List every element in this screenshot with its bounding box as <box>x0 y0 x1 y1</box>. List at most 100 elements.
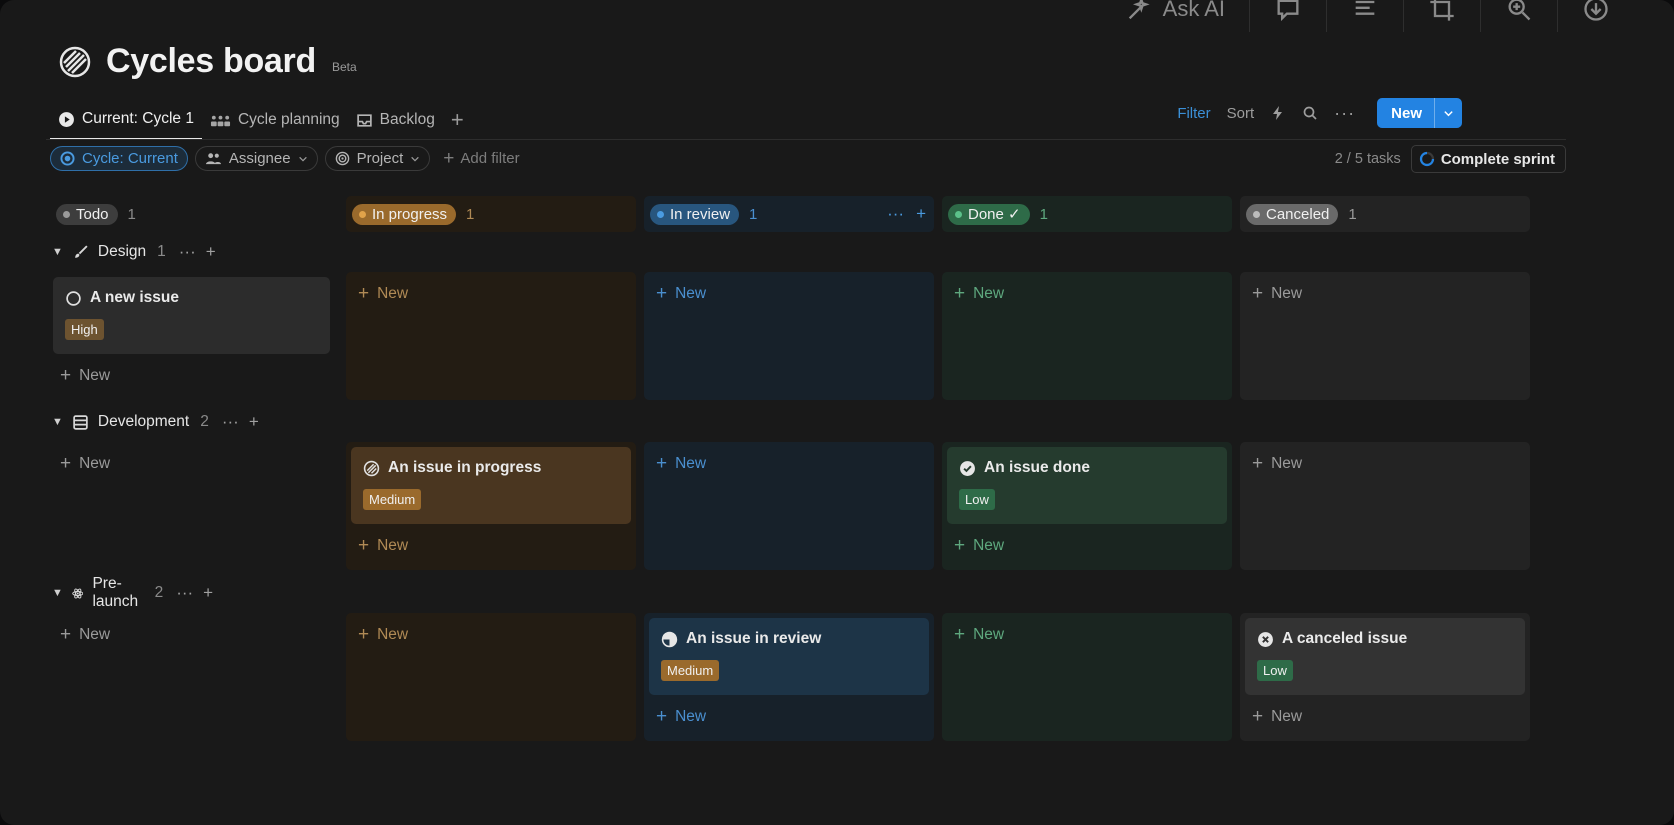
column-label: Done ✓ <box>968 206 1021 223</box>
new-card-button[interactable]: + New <box>656 454 706 473</box>
search-button[interactable] <box>1294 105 1326 121</box>
issue-card[interactable]: A new issue High <box>53 277 330 354</box>
plus-icon: + <box>1252 283 1264 304</box>
new-label: New <box>675 707 707 725</box>
project-filter-chip[interactable]: Project <box>324 146 431 171</box>
new-label: New <box>675 284 707 302</box>
add-view-button[interactable]: + <box>443 107 472 133</box>
status-pill-in-review: In review <box>650 203 740 225</box>
new-card-button[interactable]: + New <box>954 536 1004 555</box>
align-icon <box>1355 0 1375 15</box>
group-header-development[interactable]: ▼ Development 2 ··· + <box>52 409 259 435</box>
plus-icon: + <box>60 624 72 645</box>
group-add-button[interactable]: + <box>203 583 213 603</box>
column-more-button[interactable]: ··· <box>887 204 904 224</box>
issue-card[interactable]: An issue in review Medium <box>649 618 929 695</box>
tab-current-cycle[interactable]: Current: Cycle 1 <box>50 100 202 140</box>
chevron-down-icon[interactable] <box>1434 98 1462 128</box>
crop-button[interactable] <box>1403 0 1480 32</box>
tab-cycle-planning[interactable]: Cycle planning <box>202 100 348 140</box>
column-header-canceled[interactable]: Canceled 1 <box>1240 196 1530 232</box>
new-card-button[interactable]: + New <box>358 284 408 303</box>
new-button[interactable]: New <box>1377 98 1462 128</box>
new-card-button[interactable]: + New <box>1252 707 1302 726</box>
brush-icon <box>75 244 88 258</box>
column-add-button[interactable]: + <box>916 204 926 224</box>
new-label: New <box>973 284 1005 302</box>
add-filter-button[interactable]: + Add filter <box>443 148 519 170</box>
column-count: 1 <box>127 205 136 223</box>
group-more-button[interactable]: ··· <box>179 242 196 262</box>
collapse-triangle-icon[interactable]: ▼ <box>52 246 63 258</box>
group-add-button[interactable]: + <box>206 242 216 262</box>
comment-icon <box>1277 0 1299 22</box>
priority-badge: High <box>65 319 104 340</box>
issue-card[interactable]: An issue in progress Medium <box>351 447 631 524</box>
group-header-design[interactable]: ▼ Design 1 ··· + <box>52 239 216 265</box>
zoom-icon <box>1508 0 1531 21</box>
new-card-button[interactable]: + New <box>656 284 706 303</box>
status-dot-icon <box>359 210 366 218</box>
filter-bar: Cycle: Current Assignee Project + Add fi… <box>50 146 520 171</box>
new-card-button[interactable]: + New <box>60 454 110 473</box>
outline-button[interactable] <box>1326 0 1403 32</box>
new-card-button[interactable]: + New <box>358 536 408 555</box>
new-card-button[interactable]: + New <box>1252 284 1302 303</box>
column-header-todo[interactable]: Todo 1 <box>50 196 336 232</box>
cycle-hatch-icon <box>59 46 91 77</box>
group-header-pre-launch[interactable]: ▼ Pre-launch 2 ··· + <box>52 575 213 610</box>
collapse-triangle-icon[interactable]: ▼ <box>52 587 63 599</box>
complete-sprint-button[interactable]: Complete sprint <box>1410 145 1566 173</box>
ask-ai-label: Ask AI <box>1162 0 1225 21</box>
complete-sprint-label: Complete sprint <box>1440 150 1555 168</box>
ai-sparkle-icon <box>1128 0 1150 20</box>
column-header-in-progress[interactable]: In progress 1 <box>346 196 636 232</box>
group-more-button[interactable]: ··· <box>176 583 193 603</box>
target-icon <box>335 151 349 166</box>
priority-badge: Low <box>1257 660 1293 681</box>
collapse-triangle-icon[interactable]: ▼ <box>52 416 63 428</box>
automation-button[interactable] <box>1262 105 1294 121</box>
priority-badge: Low <box>959 489 995 510</box>
new-label: New <box>79 625 111 643</box>
column-header-in-review[interactable]: In review 1 ··· + <box>644 196 934 232</box>
new-card-button[interactable]: + New <box>656 707 706 726</box>
column-count: 1 <box>466 205 475 223</box>
issue-card[interactable]: An issue done Low <box>947 447 1227 524</box>
new-label: New <box>79 454 111 472</box>
card-title: An issue in progress <box>388 459 542 476</box>
cycle-filter-chip[interactable]: Cycle: Current <box>50 146 188 171</box>
group-label: Pre-launch <box>92 575 139 610</box>
group-more-button[interactable]: ··· <box>222 412 239 432</box>
comments-button[interactable] <box>1249 0 1326 32</box>
new-card-button[interactable]: + New <box>60 625 110 644</box>
server-icon <box>73 414 88 430</box>
plus-icon: + <box>358 624 370 645</box>
group-add-button[interactable]: + <box>249 412 259 432</box>
column-tools: ··· + <box>887 204 926 224</box>
new-card-button[interactable]: + New <box>358 625 408 644</box>
column-label: In progress <box>372 205 448 223</box>
issue-card[interactable]: A canceled issue Low <box>1245 618 1525 695</box>
tab-label: Cycle planning <box>237 111 340 128</box>
column-header-done[interactable]: Done ✓ 1 <box>942 196 1232 232</box>
filter-button[interactable]: Filter <box>1169 105 1218 122</box>
tasks-count: 2 / 5 tasks <box>1334 151 1401 167</box>
zoom-button[interactable] <box>1480 0 1557 32</box>
assignee-filter-chip[interactable]: Assignee <box>194 146 318 171</box>
chip-label: Project <box>356 150 404 167</box>
new-card-button[interactable]: + New <box>1252 454 1302 473</box>
new-card-button[interactable]: + New <box>60 366 110 385</box>
view-actions: Filter Sort ··· New <box>1169 98 1462 128</box>
card-title: An issue done <box>984 459 1090 476</box>
ask-ai-button[interactable]: Ask AI <box>1101 0 1249 32</box>
more-options-button[interactable]: ··· <box>1326 103 1363 124</box>
download-button[interactable] <box>1557 0 1634 32</box>
column-count: 1 <box>1039 205 1048 223</box>
sort-button[interactable]: Sort <box>1219 105 1263 122</box>
tab-backlog[interactable]: Backlog <box>348 100 443 140</box>
new-card-button[interactable]: + New <box>954 284 1004 303</box>
lightning-icon <box>1273 106 1283 120</box>
column-count: 1 <box>1348 205 1357 223</box>
new-card-button[interactable]: + New <box>954 625 1004 644</box>
